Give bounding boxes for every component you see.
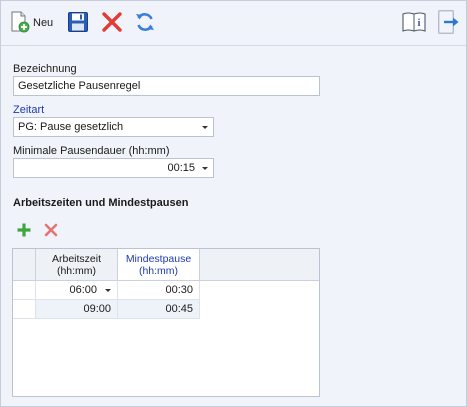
remove-row-button[interactable] xyxy=(43,222,59,238)
help-book-icon: i xyxy=(401,10,427,37)
grid-header: Arbeitszeit (hh:mm) Mindestpause (hh:mm) xyxy=(13,249,319,281)
toolbar: Neu i xyxy=(1,1,466,45)
row-indicator[interactable] xyxy=(13,300,36,319)
bezeichnung-label: Bezeichnung xyxy=(13,63,77,75)
min-pause-input[interactable]: 00:15 xyxy=(13,158,214,178)
zeitart-select[interactable]: PG: Pause gesetzlich xyxy=(13,117,214,137)
row-indicator[interactable] xyxy=(13,281,36,300)
column-header-mindestpause[interactable]: Mindestpause (hh:mm) xyxy=(118,249,200,280)
add-row-button[interactable] xyxy=(16,222,32,238)
column-header-arbeitszeit[interactable]: Arbeitszeit (hh:mm) xyxy=(36,249,118,280)
chevron-down-icon xyxy=(202,126,208,129)
bezeichnung-value: Gesetzliche Pausenregel xyxy=(18,80,141,92)
chevron-down-icon xyxy=(202,167,208,170)
cell-arbeitszeit-value: 06:00 xyxy=(69,284,97,296)
table-row[interactable]: 09:00 00:45 xyxy=(13,300,200,319)
new-button[interactable]: Neu xyxy=(10,10,53,36)
cell-arbeitszeit-value: 09:00 xyxy=(83,303,111,315)
refresh-icon xyxy=(134,11,156,36)
column-header-arbeitszeit-line2: (hh:mm) xyxy=(56,264,97,277)
save-icon xyxy=(67,11,89,36)
cell-mindestpause[interactable]: 00:30 xyxy=(118,281,200,300)
refresh-button[interactable] xyxy=(134,10,156,36)
bezeichnung-input[interactable]: Gesetzliche Pausenregel xyxy=(13,76,320,96)
zeitart-value: PG: Pause gesetzlich xyxy=(18,121,124,133)
exit-arrow-icon xyxy=(438,10,460,37)
chevron-down-icon xyxy=(105,289,111,292)
section-title: Arbeitszeiten und Mindestpausen xyxy=(13,197,189,209)
column-header-arbeitszeit-line1: Arbeitszeit xyxy=(51,252,102,265)
help-button[interactable]: i xyxy=(401,10,427,36)
window: Neu i Bezeichnung Gesetzliche Pausenrege… xyxy=(0,0,467,407)
svg-text:i: i xyxy=(418,18,421,29)
save-button[interactable] xyxy=(67,10,89,36)
exit-button[interactable] xyxy=(438,10,460,36)
cell-arbeitszeit[interactable]: 09:00 xyxy=(36,300,118,319)
table-row[interactable]: 06:00 00:30 xyxy=(13,281,200,300)
pause-rules-grid[interactable]: Arbeitszeit (hh:mm) Mindestpause (hh:mm)… xyxy=(12,248,320,397)
cell-arbeitszeit[interactable]: 06:00 xyxy=(36,281,118,300)
min-pause-value: 00:15 xyxy=(167,162,195,174)
cell-mindestpause[interactable]: 00:45 xyxy=(118,300,200,319)
row-indicator-header xyxy=(13,249,36,280)
delete-button[interactable] xyxy=(101,10,123,36)
new-button-label: Neu xyxy=(33,17,54,29)
zeitart-label[interactable]: Zeitart xyxy=(13,104,44,116)
column-header-mindestpause-line1: Mindestpause xyxy=(125,252,192,265)
cell-mindestpause-value: 00:45 xyxy=(165,303,193,315)
min-pause-label: Minimale Pausendauer (hh:mm) xyxy=(13,145,170,157)
column-header-mindestpause-line2: (hh:mm) xyxy=(138,264,179,277)
plus-icon xyxy=(16,223,32,241)
delete-icon xyxy=(43,223,59,241)
toolbar-divider xyxy=(1,45,466,46)
delete-icon xyxy=(101,11,123,36)
new-document-icon xyxy=(10,11,30,36)
cell-mindestpause-value: 00:30 xyxy=(165,284,193,296)
